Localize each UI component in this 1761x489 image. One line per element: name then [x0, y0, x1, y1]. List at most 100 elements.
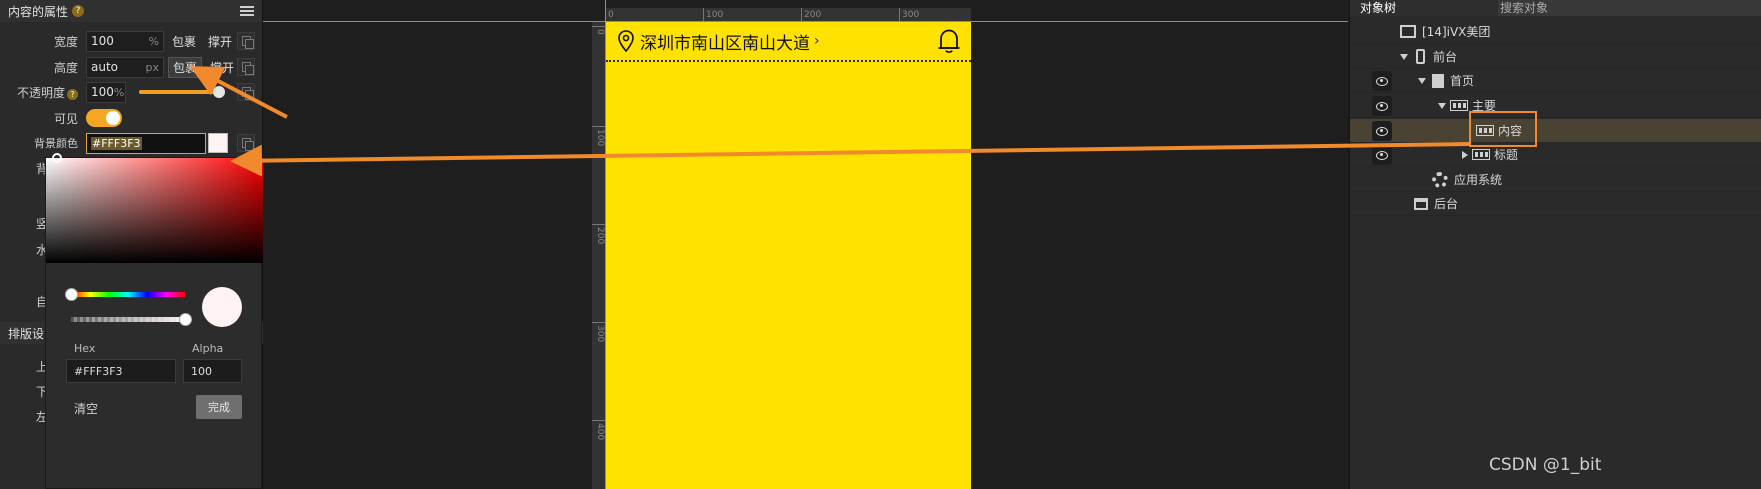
opacity-row: 不透明度? 100 %	[0, 81, 263, 103]
canvas-area[interactable]: 0 100 200 300 0 100 200 300 400 深圳市南山区南山…	[263, 0, 1348, 489]
hex-input[interactable]: #FFF3F3	[66, 359, 176, 383]
tree-node-label: 后台	[1434, 197, 1459, 211]
chevron-right-icon[interactable]: ›	[814, 33, 820, 49]
eye-icon[interactable]	[1372, 70, 1392, 91]
toggle-knob	[106, 111, 120, 125]
ruler-tick: 200	[592, 224, 605, 244]
width-stretch-button[interactable]: 撑开	[204, 31, 236, 52]
ruler-tick: 300	[899, 8, 919, 22]
copy-icon[interactable]	[237, 83, 255, 101]
bg-color-input[interactable]: #FFF3F3	[86, 132, 206, 154]
ruler-tick: 0	[592, 26, 605, 35]
tree-node-label: 标题	[1494, 148, 1519, 162]
width-wrap-button[interactable]: 包裹	[168, 31, 200, 52]
height-wrap-button[interactable]: 包裹	[168, 56, 203, 78]
ruler-tick: 100	[592, 126, 605, 146]
expand-arrow-icon[interactable]	[1400, 53, 1408, 60]
ruler-top: 0 100 200 300	[605, 8, 971, 22]
opacity-slider-knob[interactable]	[213, 86, 225, 98]
height-stretch-button[interactable]: 撑开	[206, 57, 238, 78]
width-unit[interactable]: %	[149, 35, 159, 48]
tree-node-app[interactable]: [14]iVX美团	[1350, 20, 1761, 44]
bg-color-swatch[interactable]	[208, 133, 228, 153]
visible-row: 可见	[0, 107, 263, 129]
row-container-icon	[1450, 100, 1468, 111]
tree-node-label: 首页	[1450, 74, 1475, 88]
done-button[interactable]: 完成	[196, 395, 242, 419]
tree-node-app-system[interactable]: 应用系统	[1350, 168, 1761, 192]
address-text[interactable]: 深圳市南山区南山大道	[640, 29, 810, 54]
tree-node-frontend[interactable]: 前台	[1350, 45, 1761, 69]
copy-icon[interactable]	[237, 58, 255, 76]
opacity-input[interactable]: 100 %	[86, 81, 126, 103]
tree-node-content[interactable]: 内容	[1350, 119, 1761, 143]
height-unit[interactable]: px	[146, 61, 160, 74]
saturation-knob[interactable]	[52, 153, 62, 163]
color-picker-popup: Hex Alpha #FFF3F3 100 清空 完成	[45, 153, 263, 489]
tab-object-tree[interactable]: 对象树	[1350, 0, 1406, 16]
saturation-area[interactable]	[46, 158, 263, 263]
help-icon[interactable]: ?	[67, 88, 78, 100]
color-preview	[202, 287, 242, 327]
opacity-slider[interactable]	[139, 90, 219, 94]
expand-arrow-icon[interactable]	[1462, 150, 1468, 159]
properties-title: 内容的属性	[8, 4, 69, 19]
alpha-slider-knob[interactable]	[179, 313, 192, 326]
bg-color-value: #FFF3F3	[91, 136, 142, 150]
watermark: CSDN @1_bit	[1489, 455, 1602, 475]
backend-icon	[1414, 197, 1428, 210]
ruler-tick: 300	[592, 322, 605, 342]
page-icon	[1432, 73, 1444, 88]
hex-label: Hex	[74, 342, 96, 355]
phone-preview[interactable]: 深圳市南山区南山大道 ›	[606, 22, 971, 489]
alpha-slider[interactable]	[71, 317, 185, 322]
opacity-label-text: 不透明度	[16, 85, 65, 100]
alpha-input[interactable]: 100	[183, 359, 242, 383]
object-tree-panel: 对象树 搜索对象 [14]iVX美团 前台 首页 主要 内容 标题 应用系统 后…	[1349, 0, 1761, 489]
ruler-left: 0 100 200 300 400	[592, 22, 605, 489]
eye-icon[interactable]	[1372, 144, 1392, 165]
height-input[interactable]: auto px	[86, 56, 164, 78]
alpha-label: Alpha	[192, 342, 224, 355]
properties-header: 内容的属性 ?	[0, 0, 262, 22]
eye-icon[interactable]	[1372, 120, 1392, 141]
opacity-label: 不透明度?	[0, 84, 86, 101]
copy-icon[interactable]	[237, 32, 255, 50]
ruler-tick: 400	[592, 420, 605, 440]
alpha-input-value: 100	[191, 364, 212, 378]
row-container-icon	[1472, 149, 1490, 160]
layout-section-title: 排版设	[8, 326, 45, 341]
opacity-unit: %	[113, 85, 125, 99]
app-icon	[1400, 25, 1416, 38]
hue-slider[interactable]	[71, 292, 185, 297]
tree-node-main[interactable]: 主要	[1350, 94, 1761, 118]
height-value: auto	[91, 60, 119, 74]
height-row: 高度 auto px 包裹 撑开	[0, 56, 263, 78]
tree-tabs: 对象树 搜索对象	[1350, 0, 1761, 16]
tab-search-objects[interactable]: 搜索对象	[1498, 0, 1761, 16]
tree-node-label: 应用系统	[1454, 173, 1503, 187]
width-input[interactable]: 100 %	[86, 30, 164, 52]
tree-node-label: 前台	[1433, 50, 1458, 64]
hex-input-value: #FFF3F3	[74, 364, 123, 378]
expand-arrow-icon[interactable]	[1438, 102, 1446, 109]
location-pin-icon	[618, 30, 634, 52]
width-value: 100	[91, 34, 114, 48]
clear-button[interactable]: 清空	[74, 400, 98, 417]
visible-label: 可见	[53, 111, 78, 126]
height-label: 高度	[53, 60, 78, 75]
bg-color-row: 背景颜色 #FFF3F3	[0, 132, 263, 154]
tree-node-backend[interactable]: 后台	[1350, 192, 1761, 216]
expand-arrow-icon[interactable]	[1418, 77, 1426, 84]
help-icon[interactable]: ?	[72, 5, 85, 17]
hue-slider-knob[interactable]	[65, 288, 78, 301]
eye-icon[interactable]	[1372, 95, 1392, 116]
bell-icon[interactable]	[937, 28, 961, 54]
tree-node-home[interactable]: 首页	[1350, 69, 1761, 93]
visible-toggle[interactable]	[86, 109, 122, 127]
bg-color-label: 背景颜色	[34, 137, 78, 150]
hamburger-menu-icon[interactable]	[240, 6, 254, 16]
phone-header[interactable]: 深圳市南山区南山大道 ›	[606, 22, 971, 62]
copy-icon[interactable]	[237, 134, 255, 152]
tree-node-title[interactable]: 标题	[1350, 143, 1761, 167]
